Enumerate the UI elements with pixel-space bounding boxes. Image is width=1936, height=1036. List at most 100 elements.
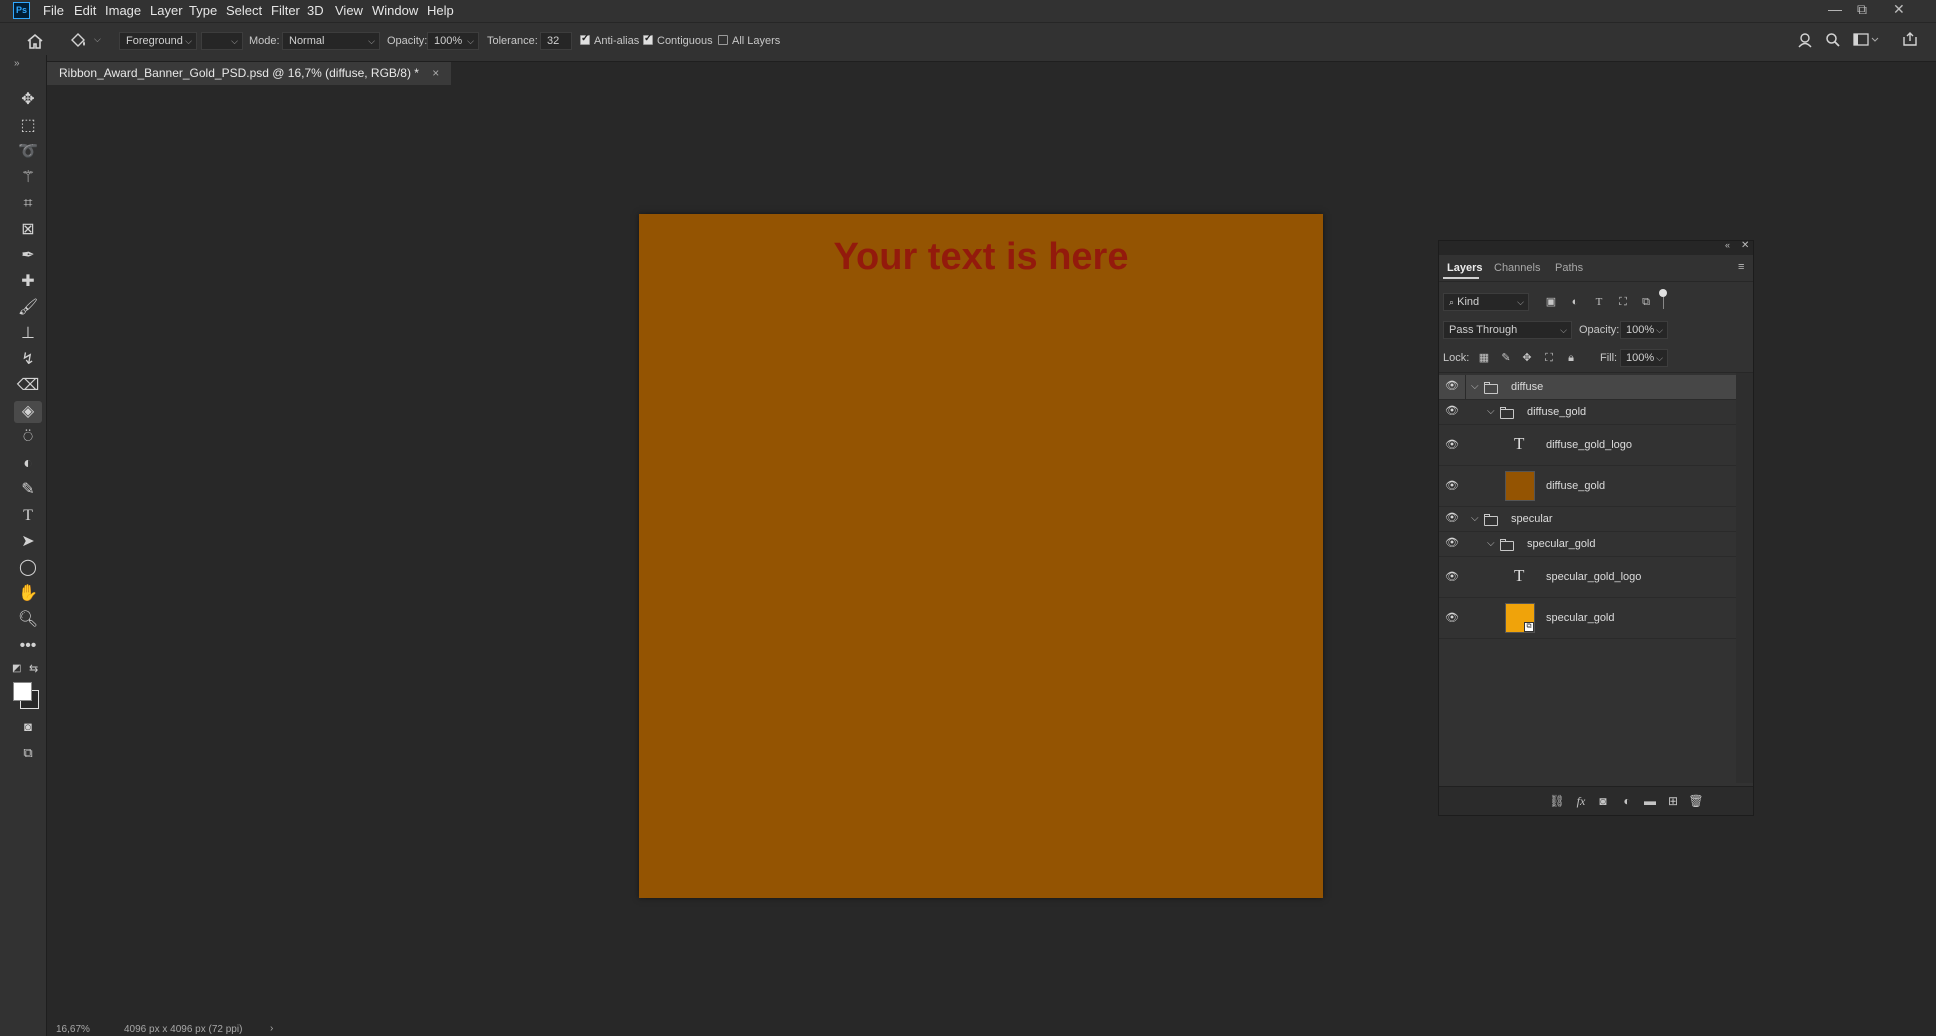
layer-row-specular-gold-smart[interactable]: 👁︎ ⧉ specular_gold: [1439, 598, 1736, 639]
history-brush-tool-icon[interactable]: ↯: [14, 349, 42, 371]
screen-mode-icon[interactable]: ⧉: [14, 742, 42, 764]
export-icon[interactable]: [1902, 31, 1918, 47]
hand-tool-icon[interactable]: ✋: [14, 583, 42, 605]
layer-row-diffuse-gold-logo[interactable]: 👁︎ T diffuse_gold_logo: [1439, 425, 1736, 466]
layer-opacity-input[interactable]: 100% ⌵: [1620, 321, 1668, 339]
brush-tool-icon[interactable]: 🖌: [14, 297, 42, 319]
lock-all-icon[interactable]: 🔒︎: [1564, 351, 1578, 365]
fill-source-select[interactable]: Foreground ⌵: [119, 32, 197, 50]
new-group-icon[interactable]: ▬: [1642, 793, 1658, 809]
search-icon[interactable]: [1825, 32, 1841, 48]
tool-preset-caret-icon[interactable]: ⌵: [94, 34, 101, 45]
tab-paths[interactable]: Paths: [1555, 262, 1583, 274]
visibility-eye-icon[interactable]: 👁︎: [1445, 611, 1459, 625]
expand-toolbar-icon[interactable]: »: [14, 58, 20, 69]
paint-bucket-icon[interactable]: [68, 31, 88, 49]
add-mask-icon[interactable]: ◙: [1595, 793, 1611, 809]
menu-select[interactable]: Select: [226, 3, 262, 18]
clone-stamp-tool-icon[interactable]: ⊥: [14, 323, 42, 345]
opacity-input[interactable]: 100% ⌵: [427, 32, 479, 50]
anti-alias-checkbox[interactable]: [580, 33, 590, 45]
document-canvas[interactable]: Your text is here: [639, 214, 1323, 898]
more-tools-icon[interactable]: •••: [14, 635, 42, 657]
type-tool-icon[interactable]: T: [14, 505, 42, 527]
all-layers-checkbox[interactable]: [718, 35, 728, 45]
chevron-down-icon[interactable]: ⌵: [1471, 513, 1479, 524]
menu-help[interactable]: Help: [427, 3, 454, 18]
status-menu-arrow-icon[interactable]: ›: [270, 1023, 273, 1034]
filter-adjustment-icon[interactable]: ◐: [1568, 295, 1582, 309]
swap-colors-icon[interactable]: ⇆: [29, 662, 38, 675]
zoom-level[interactable]: 16,67%: [56, 1024, 90, 1035]
menu-window[interactable]: Window: [372, 3, 418, 18]
close-panel-icon[interactable]: ✕: [1741, 240, 1749, 251]
menu-3d[interactable]: 3D: [307, 3, 324, 18]
contiguous-checkbox[interactable]: [643, 33, 653, 45]
lock-transparent-icon[interactable]: ▦: [1477, 351, 1491, 365]
document-tab[interactable]: Ribbon_Award_Banner_Gold_PSD.psd @ 16,7%…: [47, 62, 452, 85]
lasso-tool-icon[interactable]: ➰: [14, 141, 42, 163]
ellipse-tool-icon[interactable]: ◯: [14, 557, 42, 579]
pen-tool-icon[interactable]: ✎: [14, 479, 42, 501]
chevron-down-icon[interactable]: ⌵: [1471, 381, 1479, 392]
layer-row-diffuse[interactable]: 👁︎ ⌵ diffuse: [1439, 375, 1736, 400]
close-window-icon[interactable]: ✕: [1893, 1, 1905, 18]
visibility-eye-icon[interactable]: 👁︎: [1445, 404, 1459, 418]
layer-style-fx-icon[interactable]: fx: [1573, 793, 1589, 809]
workspace-icon[interactable]: [1853, 33, 1879, 47]
visibility-eye-icon[interactable]: 👁︎: [1445, 438, 1459, 452]
chevron-down-icon[interactable]: ⌵: [1487, 538, 1495, 549]
collapse-panel-icon[interactable]: «: [1725, 240, 1730, 250]
dodge-tool-icon[interactable]: ◐: [14, 453, 42, 475]
lock-position-icon[interactable]: ✥: [1520, 351, 1534, 365]
eyedropper-tool-icon[interactable]: ✒: [14, 245, 42, 267]
filter-type-icon[interactable]: T: [1592, 295, 1606, 309]
menu-view[interactable]: View: [335, 3, 363, 18]
zoom-tool-icon[interactable]: 🔍︎: [14, 609, 42, 631]
delete-layer-icon[interactable]: 🗑︎: [1688, 793, 1704, 809]
filter-shape-icon[interactable]: ⛶: [1616, 295, 1630, 309]
visibility-eye-icon[interactable]: 👁︎: [1445, 379, 1459, 393]
path-selection-tool-icon[interactable]: ➤: [14, 531, 42, 553]
layer-row-specular-gold-logo[interactable]: 👁︎ T specular_gold_logo: [1439, 557, 1736, 598]
link-layers-icon[interactable]: ⛓: [1549, 793, 1565, 809]
chevron-down-icon[interactable]: ⌵: [1487, 406, 1495, 417]
menu-layer[interactable]: Layer: [150, 3, 183, 18]
menu-image[interactable]: Image: [105, 3, 141, 18]
paint-bucket-tool-icon[interactable]: ◈: [14, 401, 42, 423]
layer-row-specular[interactable]: 👁︎ ⌵ specular: [1439, 507, 1736, 532]
tolerance-input[interactable]: 32: [540, 32, 572, 50]
mode-select[interactable]: Normal ⌵: [282, 32, 380, 50]
visibility-eye-icon[interactable]: 👁︎: [1445, 536, 1459, 550]
lock-image-icon[interactable]: ✎: [1499, 351, 1513, 365]
magic-wand-tool-icon[interactable]: ⚚: [14, 167, 42, 189]
minimize-icon[interactable]: —: [1828, 1, 1842, 17]
marquee-tool-icon[interactable]: ⬚: [14, 115, 42, 137]
filter-pixel-icon[interactable]: ▣: [1544, 295, 1558, 309]
visibility-eye-icon[interactable]: 👁︎: [1445, 511, 1459, 525]
filter-smart-object-icon[interactable]: ⧉: [1639, 295, 1653, 309]
pattern-picker[interactable]: ⌵: [201, 32, 243, 50]
filter-kind-select[interactable]: ⌕ Kind ⌵: [1443, 293, 1529, 311]
tab-channels[interactable]: Channels: [1494, 262, 1540, 274]
lock-artboard-icon[interactable]: ⛶: [1542, 351, 1556, 365]
restore-icon[interactable]: ⧉: [1857, 1, 1867, 18]
healing-brush-tool-icon[interactable]: ✚: [14, 271, 42, 293]
frame-tool-icon[interactable]: ⊠: [14, 219, 42, 241]
share-user-icon[interactable]: [1797, 32, 1815, 48]
adjustment-layer-icon[interactable]: ◐: [1619, 793, 1635, 809]
home-icon[interactable]: [26, 33, 44, 49]
eraser-tool-icon[interactable]: ⌫: [14, 375, 42, 397]
menu-type[interactable]: Type: [189, 3, 217, 18]
crop-tool-icon[interactable]: ⌗: [14, 193, 42, 215]
blend-mode-select[interactable]: Pass Through ⌵: [1443, 321, 1572, 339]
move-tool-icon[interactable]: ✥: [14, 89, 42, 111]
visibility-eye-icon[interactable]: 👁︎: [1445, 570, 1459, 584]
foreground-color-swatch[interactable]: [13, 682, 32, 701]
filter-toggle-icon[interactable]: [1659, 289, 1667, 297]
blur-tool-icon[interactable]: ⍥: [14, 427, 42, 449]
layer-row-diffuse-gold-fill[interactable]: 👁︎ diffuse_gold: [1439, 466, 1736, 507]
quick-mask-icon[interactable]: ◙: [14, 716, 42, 738]
menu-filter[interactable]: Filter: [271, 3, 300, 18]
tab-layers[interactable]: Layers: [1447, 262, 1482, 274]
